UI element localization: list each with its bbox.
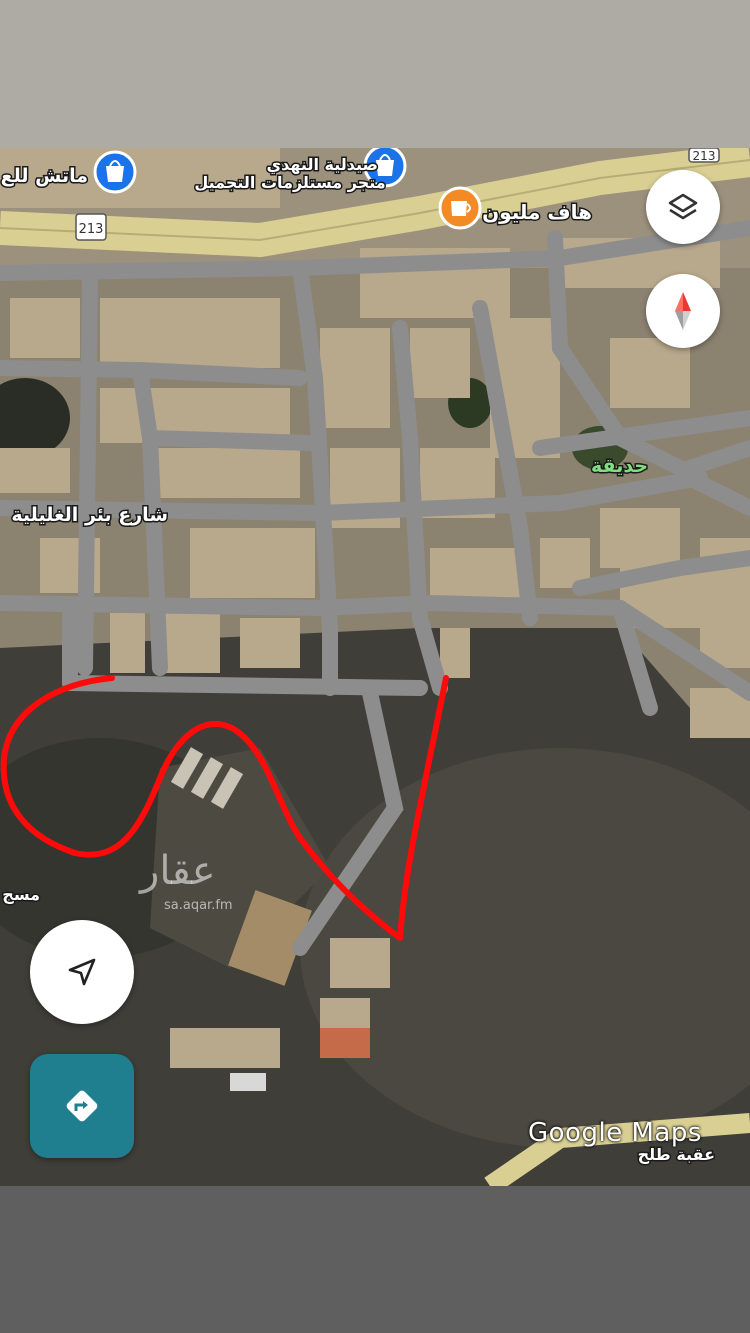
svg-text:213: 213 [693,149,716,163]
watermark-url: sa.aqar.fm [164,898,233,913]
bottom-gray-band [0,1186,750,1333]
route-shield-right: 213 [688,148,720,163]
label-shop-left: ماتش للع [1,165,88,187]
route-shield-left: 213 [75,213,107,241]
label-cafe: هاف مليون [482,200,592,224]
watermark-logo: عقار [140,848,216,894]
google-maps-attribution: Google Maps [528,1118,702,1148]
shopping-bag-icon-left [93,150,137,194]
label-pharmacy: صيدلية النهدي [266,155,378,175]
label-park: حديقة [591,455,648,477]
layers-button[interactable] [646,170,720,244]
label-cosmetics-store: متجر مستلزمات التجميل [194,173,385,192]
directions-icon [66,1090,98,1122]
map-canvas[interactable]: 213 213 صيدلية النهدي متجر مستلزمات التج… [0,148,750,1186]
svg-text:213: 213 [79,222,104,237]
top-gray-band [0,0,750,148]
coffee-cup-icon [438,186,482,230]
label-street: شارع بئر الغليلية [11,504,168,526]
label-mosque: مسج [2,885,40,904]
navigation-arrow-icon [68,958,96,986]
my-location-button[interactable] [30,920,134,1024]
layers-icon [668,193,698,220]
satellite-map[interactable]: 213 213 صيدلية النهدي متجر مستلزمات التج… [0,148,750,1186]
red-roof [320,1028,370,1058]
white-roof [230,1073,266,1091]
compass-button[interactable] [646,274,720,348]
directions-button[interactable] [30,1054,134,1158]
compass-icon [675,292,691,330]
